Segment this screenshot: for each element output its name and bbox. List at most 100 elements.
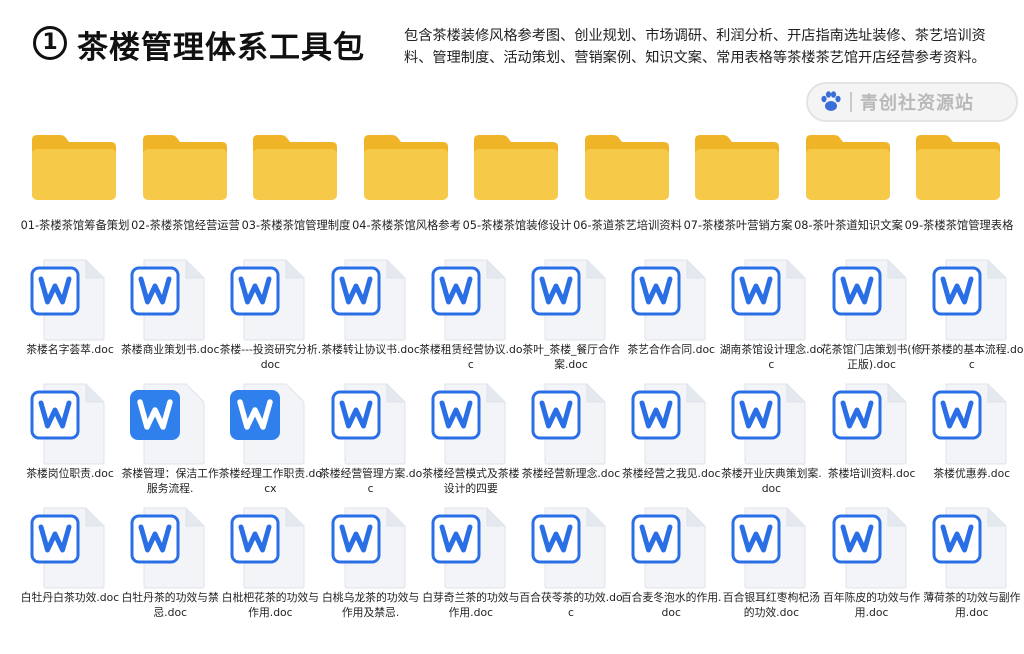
folder-label: 03-茶楼茶馆管理制度 xyxy=(241,219,351,232)
word-doc-icon xyxy=(832,507,907,589)
document-item[interactable]: 白牡丹茶的功效与禁忌.doc xyxy=(120,502,220,626)
folder-label: 04-茶楼茶馆风格参考 xyxy=(352,219,461,232)
document-item[interactable]: 茶叶_茶楼_餐厅合作案.doc xyxy=(521,254,621,378)
document-item[interactable]: 白枇杷花茶的功效与作用.doc xyxy=(220,502,320,626)
document-label: 白桃乌龙茶的功效与作用及禁忌. xyxy=(322,591,420,619)
document-item[interactable]: 茶楼经理工作职责.docx xyxy=(218,378,323,502)
document-item[interactable]: 湖南茶馆设计理念.doc xyxy=(720,254,823,378)
document-label: 茶楼经营之我见.doc xyxy=(621,467,721,480)
word-doc-icon xyxy=(431,259,506,341)
document-item[interactable]: 茶楼经营新理念.doc xyxy=(521,378,621,502)
document-item[interactable]: 开茶楼的基本流程.doc xyxy=(920,254,1024,378)
folder-icon xyxy=(474,135,558,200)
word-doc-icon xyxy=(932,259,1007,341)
folder-label: 09-茶楼茶馆管理表格 xyxy=(904,219,1014,232)
word-doc-icon xyxy=(731,383,806,465)
document-label: 白牡丹白茶功效.doc xyxy=(20,591,120,604)
folder-item[interactable]: 04-茶楼茶馆风格参考 xyxy=(352,128,461,252)
word-doc-icon xyxy=(531,259,606,341)
document-item[interactable]: 茶楼培训资料.doc xyxy=(822,378,922,502)
folder-icon xyxy=(253,135,337,200)
document-item[interactable]: 薄荷茶的功效与副作用.doc xyxy=(922,502,1022,626)
document-item[interactable]: 白牡丹白茶功效.doc xyxy=(20,502,120,626)
document-label: 茶楼商业策划书.doc xyxy=(120,343,220,356)
page-description: 包含茶楼装修风格参考图、创业规划、市场调研、利润分析、开店指南选址装修、茶艺培训… xyxy=(404,28,986,66)
folder-grid: 01-茶楼茶馆筹备策划 02-茶楼茶馆经营运营 03-茶楼茶馆管理制度 04-茶楼茶馆… xyxy=(20,128,1020,252)
word-doc-icon xyxy=(631,383,706,465)
document-item[interactable]: 茶艺合作合同.doc xyxy=(621,254,721,378)
document-label: 白牡丹茶的功效与禁忌.doc xyxy=(121,591,219,619)
document-label: 茶楼管理：保洁工作服务流程. xyxy=(121,467,219,495)
document-label: 茶楼培训资料.doc xyxy=(827,467,916,480)
folder-item[interactable]: 02-茶楼茶馆经营运营 xyxy=(131,128,240,252)
document-item[interactable]: 茶楼优惠券.doc xyxy=(922,378,1022,502)
word-doc-icon xyxy=(331,383,406,465)
folder-item[interactable]: 08-茶叶茶道知识文案 xyxy=(794,128,903,252)
document-item[interactable]: 白芽奇兰茶的功效与作用.doc xyxy=(421,502,521,626)
document-item[interactable]: 茶楼开业庆典策划案.doc xyxy=(721,378,822,502)
document-item[interactable]: 花茶馆门店策划书(修正版).doc xyxy=(821,254,922,378)
watermark-badge: 青创社资源站 xyxy=(806,82,1018,122)
word-doc-icon xyxy=(631,507,706,589)
folder-label: 02-茶楼茶馆经营运营 xyxy=(131,219,240,232)
document-item[interactable]: 百合茯苓茶的功效.doc xyxy=(519,502,623,626)
folder-item[interactable]: 09-茶楼茶馆管理表格 xyxy=(904,128,1013,252)
folder-item[interactable]: 06-茶道茶艺培训资料 xyxy=(573,128,682,252)
folder-label: 05-茶楼茶馆装修设计 xyxy=(462,219,572,232)
word-doc-icon xyxy=(30,259,105,341)
folder-icon xyxy=(584,135,669,200)
word-doc-icon xyxy=(230,383,305,465)
document-label: 茶楼转让协议书.doc xyxy=(321,343,420,356)
document-item[interactable]: 茶楼转让协议书.doc xyxy=(321,254,421,378)
document-item[interactable]: 茶楼---投资研究分析.doc xyxy=(220,254,321,378)
document-item[interactable]: 茶楼岗位职责.doc xyxy=(20,378,120,502)
folder-item[interactable]: 05-茶楼茶馆装修设计 xyxy=(462,128,571,252)
folder-icon xyxy=(32,135,116,200)
word-doc-icon xyxy=(932,507,1007,589)
document-item[interactable]: 茶楼商业策划书.doc xyxy=(120,254,220,378)
word-doc-icon xyxy=(531,383,606,465)
document-item[interactable]: 百合银耳红枣枸杞汤的功效.doc xyxy=(721,502,821,626)
paw-icon xyxy=(821,91,841,111)
word-doc-icon xyxy=(30,383,105,465)
document-item[interactable]: 茶楼租赁经营协议.doc xyxy=(419,254,522,378)
word-doc-icon xyxy=(230,259,305,341)
document-label: 白芽奇兰茶的功效与作用.doc xyxy=(422,591,520,619)
folder-label: 08-茶叶茶道知识文案 xyxy=(794,219,903,232)
document-label: 百年陈皮的功效与作用.doc xyxy=(823,591,921,619)
document-item[interactable]: 茶楼经营管理方案.doc xyxy=(319,378,422,502)
word-doc-icon xyxy=(130,383,205,465)
document-item[interactable]: 百年陈皮的功效与作用.doc xyxy=(822,502,922,626)
folder-icon xyxy=(695,135,779,200)
document-item[interactable]: 茶楼名字荟萃.doc xyxy=(20,254,120,378)
document-grid: 茶楼名字荟萃.doc 茶楼商业策划书.doc 茶楼---投资研究分析.doc 茶楼转让… xyxy=(20,252,1024,652)
document-item[interactable]: 白桃乌龙茶的功效与作用及禁忌. xyxy=(321,502,421,626)
word-doc-icon xyxy=(230,507,305,589)
folder-item[interactable]: 07-茶楼茶叶营销方案 xyxy=(683,128,792,252)
folder-icon xyxy=(363,135,448,200)
document-label: 茶楼经理工作职责.docx xyxy=(218,467,323,495)
document-item[interactable]: 茶楼管理：保洁工作服务流程. xyxy=(120,378,220,502)
watermark-text: 青创社资源站 xyxy=(860,93,974,114)
document-item[interactable]: 茶楼经营模式及茶楼设计的四要 xyxy=(421,378,521,502)
folder-item[interactable]: 03-茶楼茶馆管理制度 xyxy=(241,128,350,252)
word-doc-icon xyxy=(631,259,706,341)
word-doc-icon xyxy=(832,383,907,465)
document-label: 百合茯苓茶的功效.doc xyxy=(519,591,623,619)
folder-icon xyxy=(142,135,227,200)
document-label: 薄荷茶的功效与副作用.doc xyxy=(923,591,1021,619)
folder-item[interactable]: 01-茶楼茶馆筹备策划 xyxy=(20,128,129,252)
document-label: 茶楼岗位职责.doc xyxy=(26,467,114,480)
word-doc-icon xyxy=(431,507,506,589)
document-item[interactable]: 百合麦冬泡水的作用.doc xyxy=(621,502,721,626)
word-doc-icon xyxy=(731,507,806,589)
document-label: 茶艺合作合同.doc xyxy=(627,343,715,356)
section-number-badge: 1 xyxy=(33,26,67,60)
document-label: 开茶楼的基本流程.doc xyxy=(920,343,1024,371)
word-doc-icon xyxy=(932,383,1007,465)
document-label: 茶楼优惠券.doc xyxy=(933,467,1011,480)
document-label: 茶楼名字荟萃.doc xyxy=(26,343,114,356)
word-doc-icon xyxy=(331,259,406,341)
document-item[interactable]: 茶楼经营之我见.doc xyxy=(621,378,721,502)
word-doc-icon xyxy=(331,507,406,589)
